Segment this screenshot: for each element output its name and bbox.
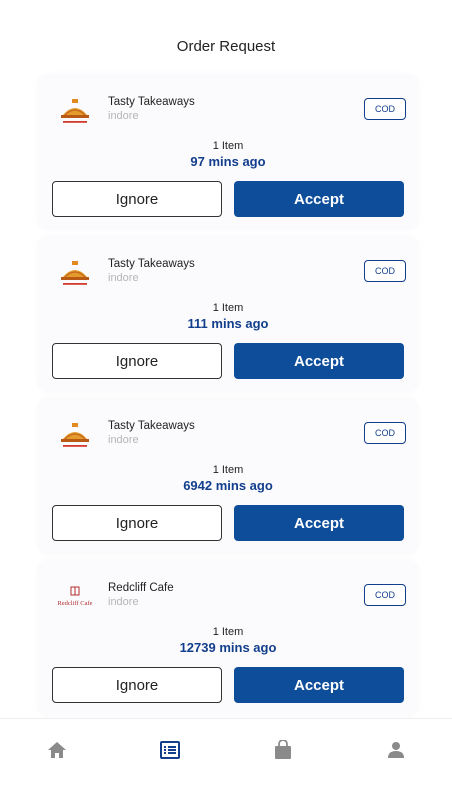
nav-orders[interactable] [150, 730, 190, 770]
accept-button[interactable]: Accept [234, 667, 404, 703]
accept-button[interactable]: Accept [234, 505, 404, 541]
payment-badge: COD [364, 422, 406, 444]
page-title: Order Request [176, 38, 276, 55]
bottom-navigation [0, 718, 452, 781]
shopping-bag-icon [274, 740, 291, 759]
restaurant-name: Tasty Takeaways [108, 258, 195, 270]
tasty-takeaways-logo [56, 418, 94, 454]
order-time-ago: 12739 mins ago [179, 640, 277, 655]
ignore-button[interactable]: Ignore [52, 667, 222, 703]
order-card: Tasty Takeaways indore COD 1 Item 111 mi… [38, 236, 418, 392]
accept-button[interactable]: Accept [234, 343, 404, 379]
restaurant-city: indore [108, 596, 139, 608]
ignore-button[interactable]: Ignore [52, 343, 222, 379]
order-card: Tasty Takeaways indore COD 1 Item 6942 m… [38, 398, 418, 554]
accept-button[interactable]: Accept [234, 181, 404, 217]
order-time-ago: 97 mins ago [190, 154, 266, 169]
redcliff-cafe-logo: Redcliff Cafe [56, 580, 94, 616]
orders-list-icon [159, 741, 180, 759]
tasty-takeaways-logo [56, 94, 94, 130]
restaurant-name: Tasty Takeaways [108, 420, 195, 432]
restaurant-city: indore [108, 272, 139, 284]
item-count: 1 Item [212, 464, 244, 476]
payment-badge: COD [364, 260, 406, 282]
profile-icon [387, 742, 404, 758]
payment-badge: COD [364, 584, 406, 606]
order-card: Redcliff Cafe Redcliff Cafe indore COD 1… [38, 560, 418, 716]
item-count: 1 Item [212, 302, 244, 314]
order-time-ago: 6942 mins ago [183, 478, 273, 493]
svg-text:Redcliff Cafe: Redcliff Cafe [57, 600, 92, 607]
order-card: Tasty Takeaways indore COD 1 Item 97 min… [38, 74, 418, 230]
nav-profile[interactable] [376, 730, 416, 770]
item-count: 1 Item [212, 626, 244, 638]
ignore-button[interactable]: Ignore [52, 181, 222, 217]
app-header: Order Request [0, 0, 452, 80]
item-count: 1 Item [212, 140, 244, 152]
restaurant-name: Tasty Takeaways [108, 96, 195, 108]
payment-badge: COD [364, 98, 406, 120]
order-time-ago: 111 mins ago [187, 316, 269, 331]
restaurant-city: indore [108, 110, 139, 122]
order-list: Tasty Takeaways indore COD 1 Item 97 min… [38, 74, 418, 722]
restaurant-name: Redcliff Cafe [108, 582, 174, 594]
nav-shop[interactable] [263, 730, 303, 770]
restaurant-city: indore [108, 434, 139, 446]
nav-home[interactable] [37, 730, 77, 770]
ignore-button[interactable]: Ignore [52, 505, 222, 541]
home-icon [47, 742, 66, 758]
tasty-takeaways-logo [56, 256, 94, 292]
